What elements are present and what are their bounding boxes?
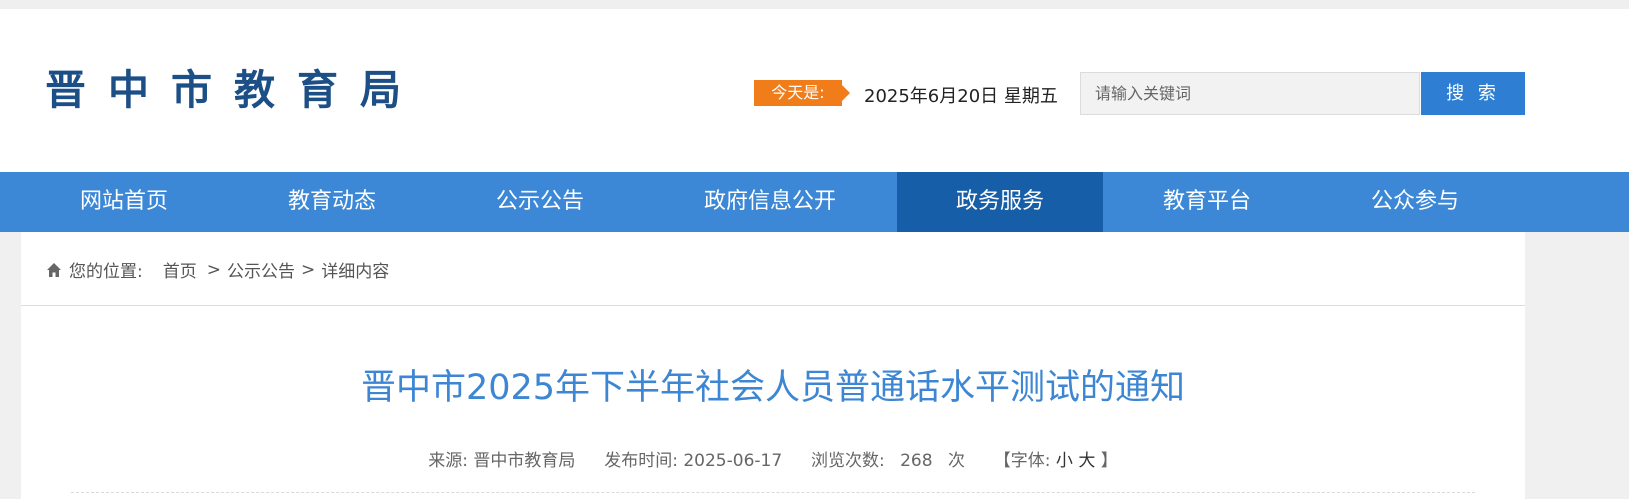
breadcrumb-divider xyxy=(21,305,1525,306)
nav-item-edu-platform[interactable]: 教育平台 xyxy=(1103,172,1311,232)
search-input[interactable] xyxy=(1080,72,1420,115)
font-large-button[interactable]: 大 xyxy=(1078,451,1095,471)
search-button[interactable]: 搜 索 xyxy=(1421,72,1525,115)
breadcrumb-current: 详细内容 xyxy=(321,262,390,282)
source-value: 晋中市教育局 xyxy=(473,451,576,471)
nav-item-gov-info[interactable]: 政府信息公开 xyxy=(646,172,894,232)
views-count: 268 xyxy=(900,451,933,471)
breadcrumb-announcements-link[interactable]: 公示公告 xyxy=(227,257,295,282)
breadcrumb: 您的位置: 首页 > 公示公告 > 详细内容 xyxy=(46,257,389,282)
article-title: 晋中市2025年下半年社会人员普通话水平测试的通知 xyxy=(360,368,1186,408)
site-logo[interactable]: 晋中市教育局 xyxy=(45,56,423,116)
nav-item-public-participation[interactable]: 公众参与 xyxy=(1311,172,1519,232)
article-meta: 来源: 晋中市教育局 发布时间: 2025-06-17 浏览次数: 268 次 … xyxy=(21,446,1525,471)
views-unit: 次 xyxy=(947,451,965,471)
font-size-open: 【字体: xyxy=(993,451,1051,471)
nav-item-gov-services[interactable]: 政务服务 xyxy=(897,172,1103,232)
main-nav: 网站首页 教育动态 公示公告 政府信息公开 政务服务 教育平台 公众参与 xyxy=(0,172,1629,232)
meta-divider xyxy=(71,492,1475,493)
breadcrumb-home-link[interactable]: 首页 xyxy=(163,257,197,282)
home-icon xyxy=(47,262,61,277)
today-badge: 今天是: xyxy=(754,80,850,106)
breadcrumb-separator: > xyxy=(300,259,316,280)
published-label: 发布时间: xyxy=(604,451,678,471)
views-label: 浏览次数: xyxy=(810,451,885,471)
source-label: 来源: xyxy=(428,451,468,471)
breadcrumb-separator: > xyxy=(206,259,221,280)
breadcrumb-prefix: 您的位置: xyxy=(69,262,143,282)
font-small-button[interactable]: 小 xyxy=(1056,451,1073,471)
font-size-close: 】 xyxy=(1100,451,1118,471)
current-date: 2025年6月20日 星期五 xyxy=(864,86,1058,107)
published-value: 2025-06-17 xyxy=(683,451,783,471)
nav-item-announcements[interactable]: 公示公告 xyxy=(416,172,664,232)
top-strip xyxy=(0,0,1629,9)
